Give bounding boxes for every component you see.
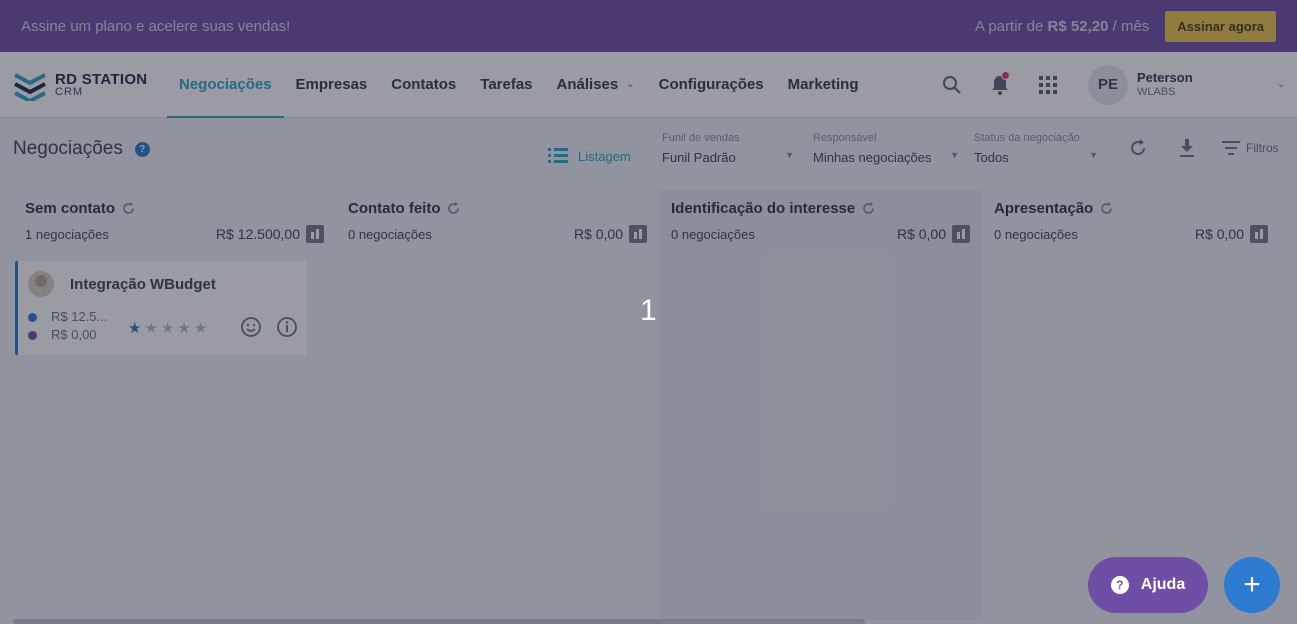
chevron-down-icon: ⌄ <box>626 79 635 90</box>
notification-badge <box>1001 70 1010 80</box>
stage-count: 1 negociações <box>25 226 109 242</box>
caret-down-icon: ▼ <box>950 150 959 160</box>
promo-price: A partir de R$ 52,20 / mês <box>975 17 1150 35</box>
rd-station-logo[interactable]: RD STATION CRM <box>0 52 167 118</box>
info-icon[interactable] <box>276 316 298 338</box>
status-filter-label: Status da negociação <box>974 132 1080 144</box>
status-filter-value: Todos <box>974 150 1009 165</box>
star-icon[interactable]: ★ <box>128 319 144 337</box>
help-button[interactable]: ? Ajuda <box>1088 557 1208 613</box>
owner-filter[interactable]: Responsável Minhas negociações ▼ <box>813 132 959 166</box>
list-icon <box>548 148 568 163</box>
status-filter[interactable]: Status da negociação Todos ▼ <box>974 132 1098 166</box>
refresh-icon <box>1131 139 1145 155</box>
deal-value-one: R$ 12.5... <box>51 309 108 324</box>
deal-value-two: R$ 0,00 <box>51 327 97 342</box>
refresh-icon[interactable] <box>1099 201 1114 216</box>
star-icon[interactable]: ★ <box>194 319 210 337</box>
nav-negociacoes[interactable]: Negociações <box>167 52 284 118</box>
main-nav: Negociações Empresas Contatos Tarefas An… <box>167 52 871 118</box>
plus-icon: + <box>1243 568 1261 601</box>
board-toolbar: Negociações ? Listagem Funil de vendas F… <box>0 118 1297 182</box>
help-icon[interactable]: ? <box>134 141 150 157</box>
user-menu[interactable]: Peterson WLABS <box>1137 70 1277 100</box>
download-icon <box>1180 139 1194 157</box>
smiley-icon[interactable] <box>240 316 262 338</box>
notifications-button[interactable] <box>976 61 1024 109</box>
bar-chart-icon[interactable] <box>952 225 970 243</box>
chevron-down-icon[interactable]: ⌄ <box>1277 79 1297 90</box>
funnel-filter-label: Funil de vendas <box>662 132 740 144</box>
user-company: WLABS <box>1137 85 1176 98</box>
user-avatar[interactable]: PE <box>1088 64 1128 105</box>
stage-count: 0 negociações <box>671 226 755 242</box>
stage-title: Contato feito <box>348 200 441 217</box>
rating-stars[interactable]: ★ ★ ★ ★ ★ <box>128 319 210 337</box>
funnel-filter-value: Funil Padrão <box>662 150 736 165</box>
promo-banner: Assine um plano e acelere suas vendas! A… <box>0 0 1297 52</box>
stage-total: R$ 0,00 <box>573 226 623 242</box>
logo-subtext: CRM <box>55 85 84 98</box>
stage-title: Sem contato <box>25 200 116 217</box>
stage-total: R$ 0,00 <box>896 226 946 242</box>
search-icon <box>943 75 961 94</box>
rd-logo-icon <box>14 72 46 101</box>
stage-column: Apresentação 0 negociações R$ 0,00 <box>982 190 1297 620</box>
kanban-board: Sem contato 1 negociações R$ 12.500,00 I… <box>13 190 1297 620</box>
nav-empresas[interactable]: Empresas <box>284 52 380 118</box>
stage-total: R$ 0,00 <box>1194 226 1244 242</box>
refresh-icon[interactable] <box>446 201 461 216</box>
nav-contatos[interactable]: Contatos <box>379 52 468 118</box>
search-button[interactable] <box>928 61 976 109</box>
page-title: Negociações ? <box>13 138 150 160</box>
bar-chart-icon[interactable] <box>306 225 324 243</box>
star-icon[interactable]: ★ <box>144 319 160 337</box>
filters-button[interactable]: Filtros <box>1222 141 1279 155</box>
user-name: Peterson <box>1137 69 1193 85</box>
owner-filter-value: Minhas negociações <box>813 150 932 165</box>
apps-button[interactable] <box>1024 61 1072 109</box>
star-icon[interactable]: ★ <box>161 319 177 337</box>
stage-total: R$ 12.500,00 <box>215 226 300 242</box>
tour-step-number: 1 <box>640 294 657 327</box>
list-view-button[interactable]: Listagem <box>548 148 631 164</box>
refresh-icon[interactable] <box>861 201 876 216</box>
deal-title: Integração WBudget <box>70 275 216 293</box>
value-dot <box>28 330 37 340</box>
bar-chart-icon[interactable] <box>629 225 647 243</box>
deal-avatar <box>28 271 54 297</box>
filter-icon <box>1222 141 1240 155</box>
star-icon[interactable]: ★ <box>177 319 193 337</box>
value-dot <box>28 312 37 322</box>
logo-text: RD STATION <box>55 70 148 88</box>
funnel-filter[interactable]: Funil de vendas Funil Padrão ▼ <box>662 132 794 166</box>
deal-card[interactable]: Integração WBudget R$ 12.5... R$ 0,00 ★ ★… <box>15 261 307 355</box>
stage-column: Identificação do interesse 0 negociações… <box>659 190 982 620</box>
caret-down-icon: ▼ <box>785 150 794 160</box>
stage-count: 0 negociações <box>994 226 1078 242</box>
nav-analises[interactable]: Análises ⌄ <box>545 52 647 118</box>
stage-count: 0 negociações <box>348 226 432 242</box>
owner-filter-label: Responsável <box>813 132 877 144</box>
apps-grid-icon <box>1039 75 1057 94</box>
stage-column: Contato feito 0 negociações R$ 0,00 <box>336 190 659 620</box>
question-icon: ? <box>1110 576 1129 594</box>
stage-column: Sem contato 1 negociações R$ 12.500,00 I… <box>13 190 336 620</box>
promo-message: Assine um plano e acelere suas vendas! <box>21 17 291 35</box>
refresh-button[interactable] <box>1128 138 1148 163</box>
bar-chart-icon[interactable] <box>1250 225 1268 243</box>
caret-down-icon: ▼ <box>1089 150 1098 160</box>
horizontal-scrollbar[interactable] <box>13 619 865 624</box>
top-header: RD STATION CRM Negociações Empresas Cont… <box>0 52 1297 118</box>
add-deal-button[interactable]: + <box>1224 557 1280 613</box>
nav-configuracoes[interactable]: Configurações <box>647 52 776 118</box>
refresh-icon[interactable] <box>121 201 136 216</box>
download-button[interactable] <box>1178 138 1196 163</box>
nav-marketing[interactable]: Marketing <box>776 52 871 118</box>
stage-title: Identificação do interesse <box>671 200 856 217</box>
nav-tarefas[interactable]: Tarefas <box>468 52 544 118</box>
subscribe-button[interactable]: Assinar agora <box>1165 10 1276 42</box>
stage-title: Apresentação <box>994 200 1094 217</box>
